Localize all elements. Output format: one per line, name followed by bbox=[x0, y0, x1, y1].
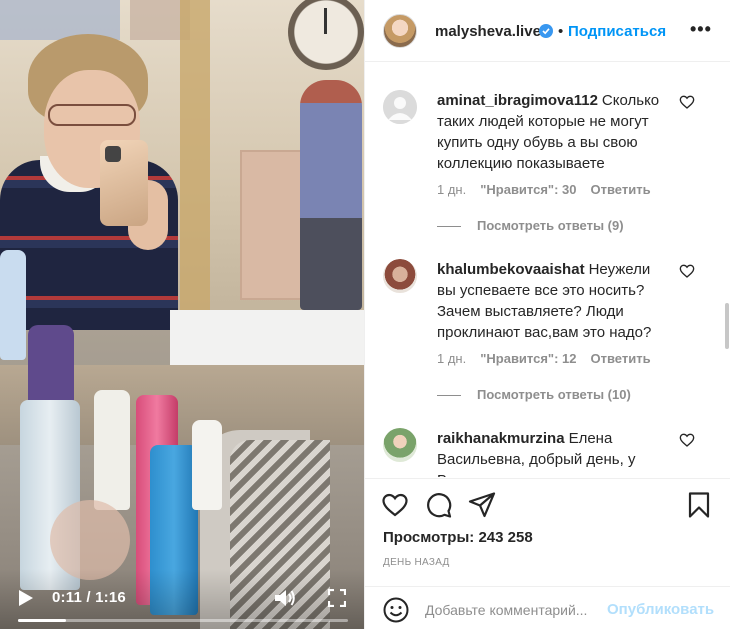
video-frame-mirror bbox=[180, 0, 210, 320]
video-progress-fill bbox=[18, 619, 66, 622]
views-label: Просмотры: bbox=[383, 529, 475, 546]
video-frame-decor bbox=[0, 0, 120, 40]
divider bbox=[437, 395, 461, 397]
comment-age: 1 дн. bbox=[437, 182, 467, 197]
avatar[interactable] bbox=[383, 14, 417, 48]
avatar[interactable] bbox=[383, 428, 417, 462]
video-frame-jar bbox=[50, 500, 130, 580]
post-author-username[interactable]: malysheva.live bbox=[435, 23, 541, 40]
publish-button[interactable]: Опубликовать bbox=[607, 601, 714, 618]
view-replies-label: Посмотреть ответы (10) bbox=[477, 387, 631, 402]
views-count[interactable]: Просмотры: 243 258 bbox=[383, 529, 533, 546]
add-comment-bar: Опубликовать bbox=[365, 586, 730, 629]
play-icon[interactable] bbox=[18, 589, 34, 607]
video-progress-bar[interactable] bbox=[18, 619, 348, 622]
video-frame-bottle bbox=[94, 390, 130, 510]
fullscreen-icon[interactable] bbox=[328, 589, 346, 607]
video-frame-glasses bbox=[48, 104, 136, 126]
post-panel: malysheva.live • Подписаться ••• aminat_… bbox=[364, 0, 730, 629]
video-frame-phone bbox=[100, 140, 148, 226]
comment-meta: 1 дн. "Нравится": 30 Ответить bbox=[437, 182, 665, 197]
video-frame-bottle bbox=[0, 250, 26, 360]
comment-text: aminat_ibragimova112 Сколько таких людей … bbox=[437, 90, 661, 174]
comment-meta: 1 дн. "Нравится": 12 Ответить bbox=[437, 351, 665, 366]
volume-icon[interactable] bbox=[274, 588, 296, 608]
post-date[interactable]: ДЕНЬ НАЗАД bbox=[383, 557, 450, 568]
comment-text: raikhanakmurzina Елена Васильевна, добрый… bbox=[437, 428, 661, 477]
view-replies-label: Посмотреть ответы (9) bbox=[477, 218, 624, 233]
video-time: 0:11 / 1:16 bbox=[52, 589, 126, 606]
comment-text: khalumbekovaaishat Неужели вы успеваете в… bbox=[437, 259, 661, 343]
comment-like-icon[interactable] bbox=[679, 432, 695, 448]
comment-likes-count[interactable]: "Нравится": 12 bbox=[480, 351, 576, 366]
divider bbox=[437, 226, 461, 228]
comment-username[interactable]: khalumbekovaaishat bbox=[437, 261, 585, 278]
avatar[interactable] bbox=[383, 90, 417, 124]
share-icon[interactable] bbox=[468, 491, 496, 519]
comments-scrollbar[interactable] bbox=[725, 303, 729, 349]
comments-list[interactable]: aminat_ibragimova112 Сколько таких людей … bbox=[365, 63, 730, 477]
comment-username[interactable]: raikhanakmurzina bbox=[437, 430, 565, 447]
follow-button[interactable]: Подписаться bbox=[568, 23, 666, 40]
video-frame-sink bbox=[170, 310, 364, 370]
comment-like-icon[interactable] bbox=[679, 94, 695, 110]
avatar[interactable] bbox=[383, 259, 417, 293]
comment-likes-count[interactable]: "Нравится": 30 bbox=[480, 182, 576, 197]
more-options-icon[interactable]: ••• bbox=[690, 19, 712, 40]
post-header: malysheva.live • Подписаться ••• bbox=[365, 0, 730, 62]
post-actions: Просмотры: 243 258 ДЕНЬ НАЗАД bbox=[365, 478, 730, 588]
bookmark-icon[interactable] bbox=[685, 491, 713, 519]
reply-button[interactable]: Ответить bbox=[591, 182, 651, 197]
heart-icon[interactable] bbox=[381, 491, 409, 519]
comment-input[interactable] bbox=[425, 599, 605, 621]
verified-badge-icon bbox=[539, 24, 553, 38]
video-player[interactable]: 0:11 / 1:16 bbox=[0, 0, 364, 629]
separator-dot: • bbox=[558, 23, 564, 40]
video-frame-person bbox=[300, 80, 362, 310]
view-replies-button[interactable]: Посмотреть ответы (9) bbox=[437, 218, 624, 233]
emoji-icon[interactable] bbox=[383, 597, 409, 623]
comment-icon[interactable] bbox=[425, 491, 453, 519]
comment-age: 1 дн. bbox=[437, 351, 467, 366]
video-controls: 0:11 / 1:16 bbox=[0, 569, 364, 629]
views-number: 243 258 bbox=[478, 529, 533, 546]
comment-username[interactable]: aminat_ibragimova112 bbox=[437, 92, 598, 109]
reply-button[interactable]: Ответить bbox=[591, 351, 651, 366]
default-avatar-icon bbox=[383, 90, 417, 124]
video-frame-bottle bbox=[192, 420, 222, 510]
comment-like-icon[interactable] bbox=[679, 263, 695, 279]
view-replies-button[interactable]: Посмотреть ответы (10) bbox=[437, 387, 631, 402]
